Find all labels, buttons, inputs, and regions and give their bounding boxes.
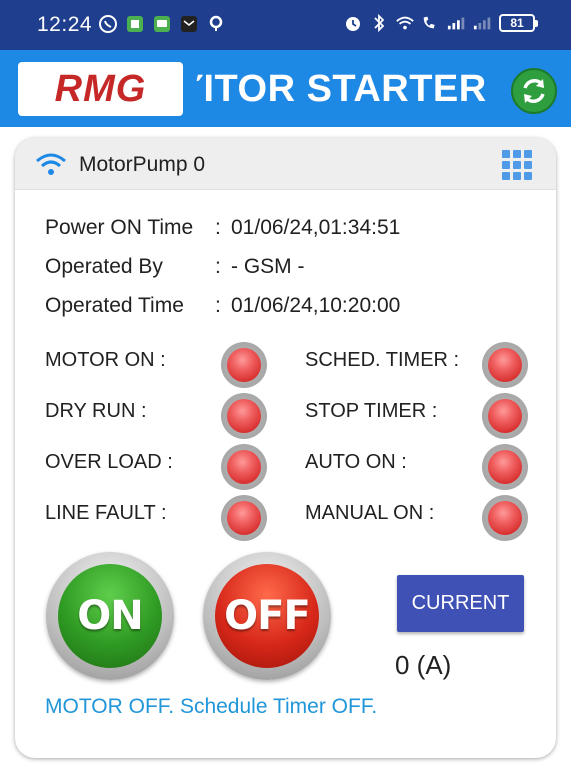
led-dry-run xyxy=(221,393,267,439)
led-sched-timer xyxy=(482,342,528,388)
call-wifi-icon xyxy=(421,13,441,33)
mail-icon xyxy=(179,14,199,34)
alarm-icon xyxy=(343,13,363,33)
status-label-motor-on: MOTOR ON : xyxy=(45,349,166,371)
whatsapp-icon xyxy=(98,14,118,34)
status-label-stop-timer: STOP TIMER : xyxy=(305,400,438,422)
card-header: MotorPump 0 xyxy=(15,138,556,190)
status-label-over-load: OVER LOAD : xyxy=(45,451,173,473)
info-value: 01/06/24,01:34:51 xyxy=(231,216,401,239)
status-label-sched-timer: SCHED. TIMER : xyxy=(305,349,460,371)
app-header: RMG ΊTOR STARTER xyxy=(0,50,571,127)
bluetooth-icon xyxy=(369,13,389,33)
app-icon xyxy=(125,14,145,34)
refresh-icon xyxy=(523,79,545,103)
wifi-icon xyxy=(35,152,67,181)
info-label: Power ON Time xyxy=(45,216,194,239)
logo-text: RMG xyxy=(54,67,147,110)
notification-icons xyxy=(98,14,226,34)
status-message: MOTOR OFF. Schedule Timer OFF. xyxy=(45,695,378,718)
info-label: Operated Time xyxy=(45,294,184,317)
on-button-label: ON xyxy=(58,564,162,668)
off-button-label: OFF xyxy=(215,564,319,668)
status-time: 12:24 xyxy=(37,13,93,36)
status-bar: 12:24 81 xyxy=(0,0,571,50)
info-row-power-on: Power ON Time : 01/06/24,01:34:51 xyxy=(45,216,400,240)
info-colon: : xyxy=(215,255,221,278)
info-row-operated-time: Operated Time : 01/06/24,10:20:00 xyxy=(45,294,400,318)
grid-menu-icon[interactable] xyxy=(502,150,532,180)
signal-icon xyxy=(447,13,467,33)
message-icon xyxy=(152,14,172,34)
refresh-button[interactable] xyxy=(511,68,557,114)
info-colon: : xyxy=(215,294,221,317)
location-icon xyxy=(206,14,226,34)
led-manual-on xyxy=(482,495,528,541)
info-value: 01/06/24,10:20:00 xyxy=(231,294,401,317)
system-icons: 81 xyxy=(343,13,538,33)
info-row-operated-by: Operated By : - GSM - xyxy=(45,255,305,279)
off-button[interactable]: OFF xyxy=(203,552,331,680)
status-label-line-fault: LINE FAULT : xyxy=(45,502,167,524)
info-colon: : xyxy=(215,216,221,239)
wifi-status-icon xyxy=(395,13,415,33)
app-title: ΊTOR STARTER xyxy=(196,68,487,110)
led-auto-on xyxy=(482,444,528,490)
status-label-dry-run: DRY RUN : xyxy=(45,400,147,422)
signal-icon-2 xyxy=(473,13,493,33)
battery-icon: 81 xyxy=(499,14,538,32)
info-value: - GSM - xyxy=(231,255,305,278)
led-motor-on xyxy=(221,342,267,388)
current-button[interactable]: CURRENT xyxy=(397,575,524,632)
status-label-auto-on: AUTO ON : xyxy=(305,451,407,473)
led-stop-timer xyxy=(482,393,528,439)
led-line-fault xyxy=(221,495,267,541)
device-card: MotorPump 0 Power ON Time : 01/06/24,01:… xyxy=(15,138,556,758)
on-button[interactable]: ON xyxy=(46,552,174,680)
current-value: 0 (A) xyxy=(395,650,452,680)
device-name: MotorPump 0 xyxy=(79,153,206,176)
status-label-manual-on: MANUAL ON : xyxy=(305,502,435,524)
led-over-load xyxy=(221,444,267,490)
info-label: Operated By xyxy=(45,255,163,278)
logo: RMG xyxy=(18,62,183,116)
